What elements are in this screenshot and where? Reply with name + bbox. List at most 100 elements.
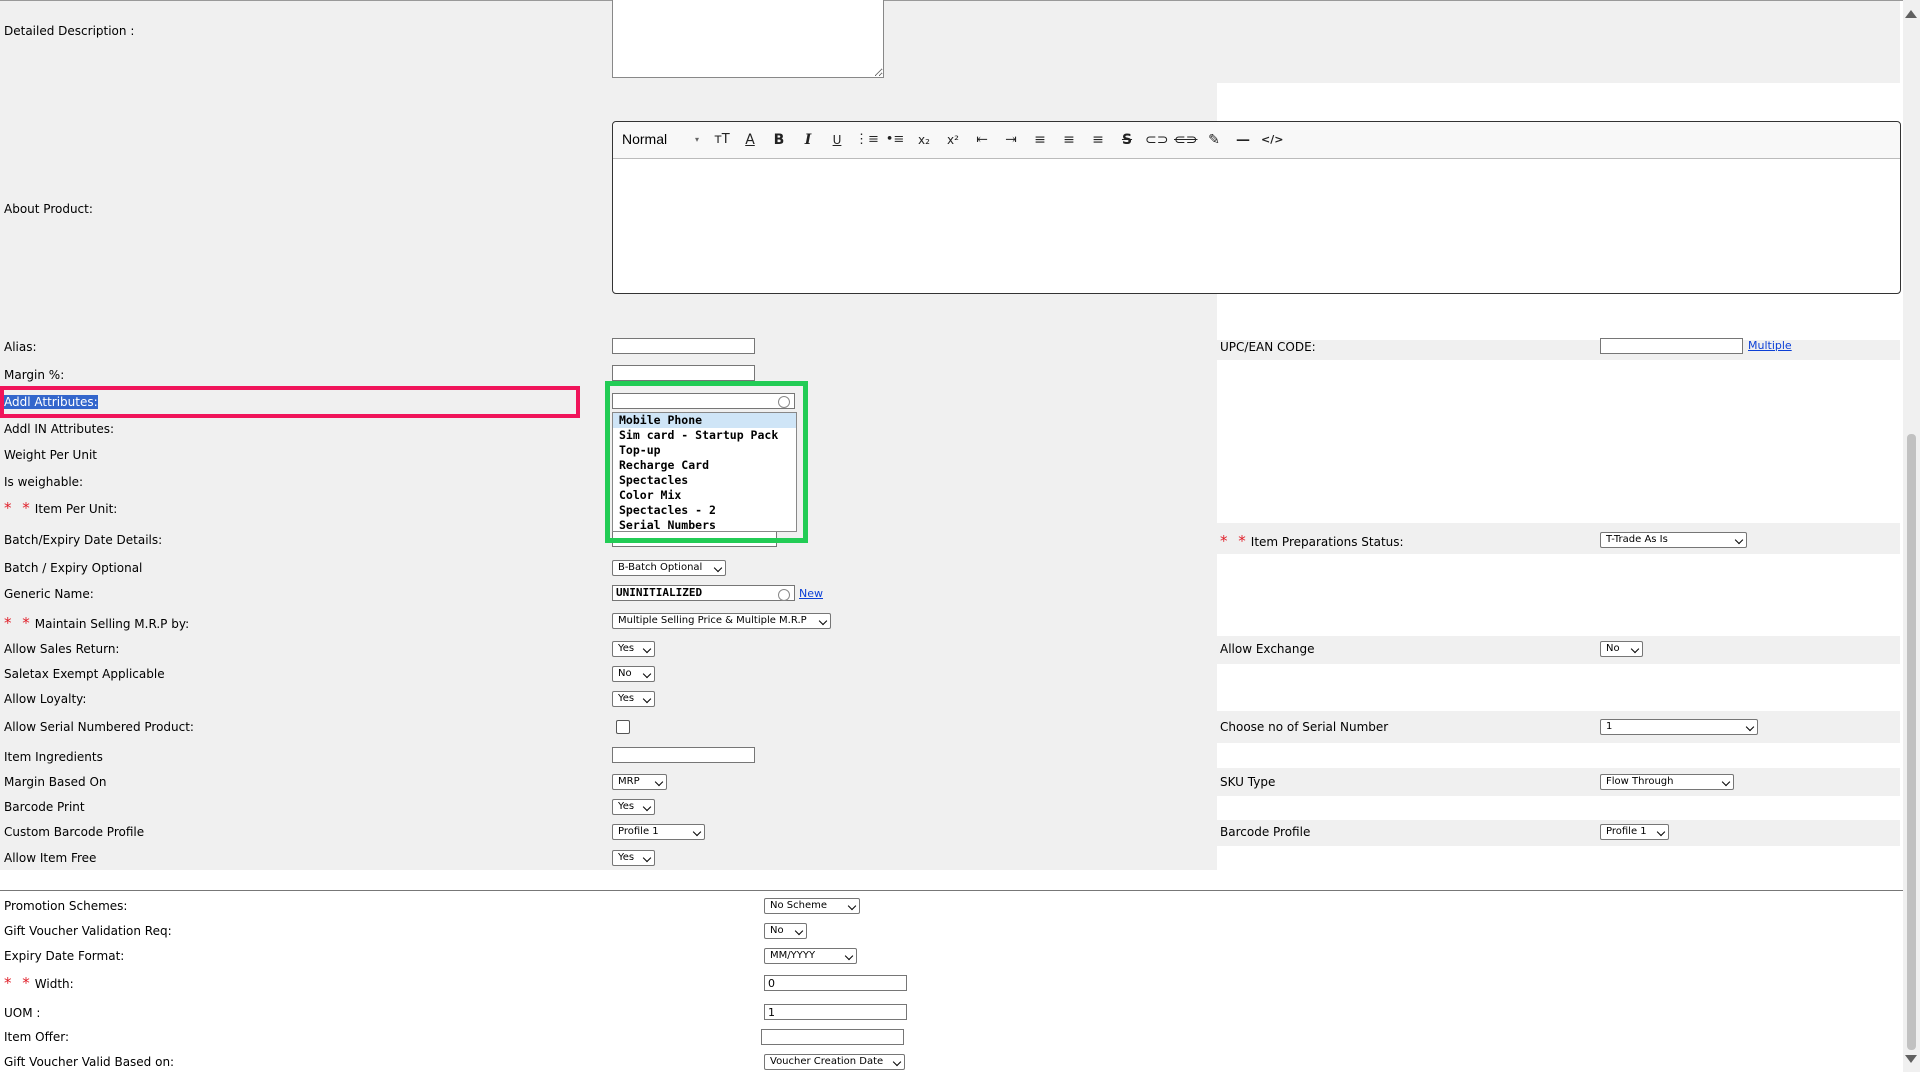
width-text: Width: (34, 977, 74, 991)
outdent-icon[interactable]: ⇤ (971, 131, 993, 149)
allow-sales-return-select[interactable]: Yes (612, 641, 655, 657)
barcode-profile-label: Barcode Profile (1220, 825, 1311, 839)
eraser-icon[interactable]: ✎ (1203, 131, 1225, 149)
indent-icon[interactable]: ⇥ (1000, 131, 1022, 149)
custom-barcode-profile-select[interactable]: Profile 1 (612, 824, 705, 840)
align-left-icon[interactable]: ≡ (1029, 131, 1051, 149)
scroll-down-icon[interactable] (1905, 1055, 1917, 1063)
allow-serial-numbered-label: Allow Serial Numbered Product: (4, 720, 194, 734)
maintain-selling-mrp-text: Maintain Selling M.R.P by: (34, 617, 190, 631)
item-offer-input[interactable] (761, 1029, 904, 1045)
weight-per-unit-label: Weight Per Unit (4, 448, 97, 462)
link-icon[interactable]: ⊂⊃ (1145, 131, 1168, 149)
editor-toolbar: Normal ▾ тT A B I U ⋮≡ •≡ x₂ x² ⇤ ⇥ ≡ ≡ … (613, 122, 1900, 159)
top-border (0, 0, 1903, 1)
item-offer-label: Item Offer: (4, 1030, 69, 1044)
allow-loyalty-select[interactable]: Yes (612, 691, 655, 707)
gift-voucher-valid-based-label: Gift Voucher Valid Based on: (4, 1055, 175, 1069)
underline-icon[interactable]: U (826, 131, 848, 149)
generic-name-input[interactable]: UNINITIALIZED (612, 585, 795, 601)
sku-type-label: SKU Type (1220, 775, 1276, 789)
allow-serial-numbered-checkbox[interactable] (616, 720, 630, 734)
is-weighable-label: Is weighable: (4, 475, 84, 489)
margin-based-on-select[interactable]: MRP (612, 774, 667, 790)
bold-icon[interactable]: B (768, 131, 790, 149)
detailed-description-textarea[interactable] (612, 0, 884, 78)
required-mark: * * (4, 974, 33, 992)
allow-sales-return-label: Allow Sales Return: (4, 642, 120, 656)
horizontal-rule-icon[interactable]: — (1232, 131, 1254, 149)
font-size-icon[interactable]: тT (711, 131, 733, 149)
align-right-icon[interactable]: ≡ (1087, 131, 1109, 149)
upc-ean-label: UPC/EAN CODE: (1220, 340, 1316, 354)
item-preparations-status-select[interactable]: T-Trade As Is (1600, 532, 1747, 548)
highlight-box-green (605, 381, 808, 543)
addl-in-attributes-label: Addl IN Attributes: (4, 422, 114, 436)
strikethrough-icon[interactable]: S (1116, 131, 1138, 149)
batch-expiry-optional-select[interactable]: B-Batch Optional (612, 560, 726, 576)
maintain-selling-mrp-select[interactable]: Multiple Selling Price & Multiple M.R.P (612, 613, 831, 629)
allow-item-free-label: Allow Item Free (4, 851, 97, 865)
scrollbar-thumb[interactable] (1907, 434, 1916, 1050)
choose-serial-number-select[interactable]: 1 (1600, 719, 1758, 735)
scroll-up-icon[interactable] (1905, 10, 1917, 18)
maintain-selling-mrp-label: * * Maintain Selling M.R.P by: (4, 614, 189, 632)
choose-serial-number-label: Choose no of Serial Number (1220, 720, 1389, 734)
required-mark: * * (4, 499, 33, 517)
barcode-print-select[interactable]: Yes (612, 799, 655, 815)
form-row-bg (1217, 768, 1900, 796)
promotion-schemes-select[interactable]: No Scheme (764, 898, 860, 914)
uom-label: UOM : (4, 1006, 41, 1020)
expiry-date-format-select[interactable]: MM/YYYY (764, 948, 857, 964)
generic-name-search-icon[interactable] (778, 589, 790, 601)
promotion-schemes-label: Promotion Schemes: (4, 899, 128, 913)
gift-voucher-validation-label: Gift Voucher Validation Req: (4, 924, 172, 938)
gift-voucher-valid-based-select[interactable]: Voucher Creation Date (764, 1054, 905, 1070)
barcode-profile-select[interactable]: Profile 1 (1600, 824, 1669, 840)
superscript-icon[interactable]: x² (942, 131, 964, 149)
item-preparations-status-label: * * Item Preparations Status: (1220, 532, 1404, 550)
alias-input[interactable] (612, 338, 755, 354)
width-input[interactable] (764, 975, 907, 991)
unlink-icon[interactable]: ⊂⊃ (1174, 131, 1197, 149)
generic-name-label: Generic Name: (4, 587, 94, 601)
margin-pct-input[interactable] (612, 365, 755, 381)
expiry-date-format-label: Expiry Date Format: (4, 949, 125, 963)
allow-item-free-select[interactable]: Yes (612, 850, 655, 866)
about-product-editor[interactable]: Normal ▾ тT A B I U ⋮≡ •≡ x₂ x² ⇤ ⇥ ≡ ≡ … (612, 121, 1901, 294)
format-select[interactable]: Normal (622, 131, 667, 147)
item-ingredients-input[interactable] (612, 747, 755, 763)
saletax-exempt-label: Saletax Exempt Applicable (4, 667, 165, 681)
uom-input[interactable] (764, 1004, 907, 1020)
gift-voucher-validation-select[interactable]: No (764, 923, 807, 939)
highlight-box-red (0, 386, 580, 418)
new-generic-name-link[interactable]: New (799, 587, 823, 600)
section-divider (0, 890, 1903, 891)
item-ingredients-label: Item Ingredients (4, 750, 103, 764)
width-label: * * Width: (4, 974, 74, 992)
item-per-unit-label: * * Item Per Unit: (4, 499, 117, 517)
subscript-icon[interactable]: x₂ (913, 131, 935, 149)
italic-icon[interactable]: I (797, 131, 819, 149)
allow-exchange-select[interactable]: No (1600, 641, 1643, 657)
batch-expiry-optional-label: Batch / Expiry Optional (4, 561, 143, 575)
format-dropdown-icon[interactable]: ▾ (695, 135, 699, 144)
code-view-icon[interactable]: </> (1261, 131, 1283, 149)
margin-based-on-label: Margin Based On (4, 775, 107, 789)
form-row-bg (1217, 820, 1900, 846)
required-mark: * * (1220, 532, 1249, 550)
upc-ean-input[interactable] (1600, 338, 1743, 354)
font-color-icon[interactable]: A (739, 131, 761, 149)
unordered-list-icon[interactable]: •≡ (884, 131, 906, 149)
sku-type-select[interactable]: Flow Through (1600, 774, 1734, 790)
batch-expiry-details-label: Batch/Expiry Date Details: (4, 533, 163, 547)
item-preparations-status-text: Item Preparations Status: (1250, 535, 1404, 549)
multiple-upc-link[interactable]: Multiple (1748, 339, 1792, 352)
align-center-icon[interactable]: ≡ (1058, 131, 1080, 149)
form-row-bg (1217, 636, 1900, 664)
ordered-list-icon[interactable]: ⋮≡ (855, 131, 879, 149)
allow-loyalty-label: Allow Loyalty: (4, 692, 87, 706)
saletax-exempt-select[interactable]: No (612, 666, 655, 682)
alias-label: Alias: (4, 340, 37, 354)
form-background-right (1217, 0, 1900, 83)
